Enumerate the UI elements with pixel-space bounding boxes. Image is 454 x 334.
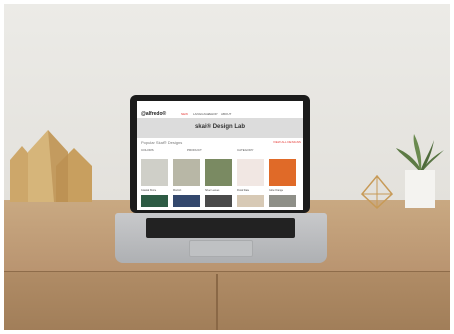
trackpad (189, 240, 253, 257)
nav-item-shop[interactable]: SHOP (209, 113, 218, 116)
nav-item-language[interactable]: LANGUAGE (193, 113, 210, 116)
keyboard (146, 218, 295, 238)
tile-label-4: Floral Slate (237, 189, 250, 192)
design-tile-5[interactable] (269, 159, 296, 186)
site-logo[interactable]: @alfredo® (141, 111, 166, 117)
desk-front (4, 272, 450, 330)
design-tile-3[interactable] (205, 159, 232, 186)
gold-geometric-houses-icon (10, 130, 92, 202)
drawer-divider (216, 274, 218, 330)
filter-category[interactable]: CATEGORY (237, 149, 254, 152)
design-lab-banner: skai® Design Lab (137, 118, 303, 138)
filter-colors[interactable]: COLORS (141, 149, 154, 152)
banner-title: skai® Design Lab (194, 124, 246, 130)
scene: @alfredo® NEW LANGUAGE SHOP ABOUT skai® … (4, 4, 450, 330)
tile-label-5: Glow Orange (269, 189, 284, 192)
tile-label-3: Silver Leaves (205, 189, 220, 192)
section-heading: Popular Skai® Designs (141, 140, 183, 145)
design-tile-2[interactable] (173, 159, 200, 186)
tile-label-2: Mod Art (173, 189, 182, 192)
design-tile-6[interactable] (141, 195, 168, 207)
potted-plant-icon (396, 134, 444, 208)
design-tile-4[interactable] (237, 159, 264, 186)
tile-label-1: Coastal Shore (141, 189, 157, 192)
laptop-display: @alfredo® NEW LANGUAGE SHOP ABOUT skai® … (137, 101, 303, 210)
gold-wire-geometric-icon (360, 174, 394, 210)
design-tile-7[interactable] (173, 195, 200, 207)
nav-item-new[interactable]: NEW (181, 113, 188, 116)
nav-item-about[interactable]: ABOUT (221, 113, 231, 116)
filter-product[interactable]: PRODUCT (187, 149, 202, 152)
design-tile-9[interactable] (237, 195, 264, 207)
design-tile-1[interactable] (141, 159, 168, 186)
design-tile-10[interactable] (269, 195, 296, 207)
view-all-link[interactable]: VIEW ALL DESIGNS (273, 141, 301, 144)
design-tile-8[interactable] (205, 195, 232, 207)
